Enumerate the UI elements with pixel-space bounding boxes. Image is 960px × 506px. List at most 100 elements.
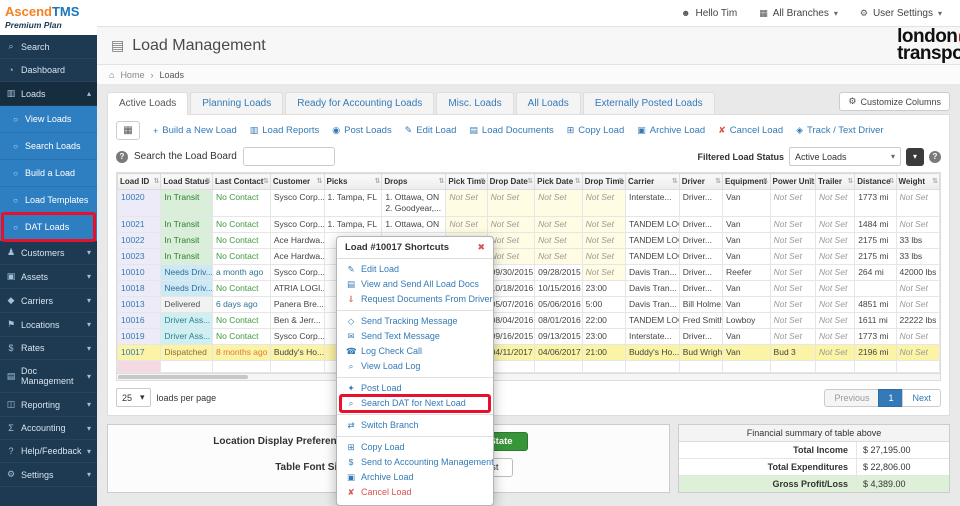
toolbar-copy-load[interactable]: ⊞Copy Load — [567, 125, 625, 136]
sidebar-item-help-feedback[interactable]: ?Help/Feedback▾ — [0, 440, 97, 463]
table-row: 10023In TransitNo ContactAce Hardwa...No… — [118, 249, 940, 265]
popup-item-log-check-call[interactable]: ☎Log Check Call — [337, 344, 493, 359]
cell-load-id[interactable]: 10016 — [118, 313, 161, 329]
sidebar-subitem-load-templates[interactable]: ○Load Templates — [0, 187, 97, 214]
cell-trailer — [815, 361, 854, 373]
sidebar-item-rates[interactable]: $Rates▾ — [0, 337, 97, 360]
toolbar-track-text-driver[interactable]: ◈Track / Text Driver — [796, 125, 883, 136]
sort-icon: ⇅ — [480, 177, 486, 185]
filter-help-icon[interactable]: ? — [929, 151, 941, 163]
tab-externally-posted-loads[interactable]: Externally Posted Loads — [583, 92, 715, 114]
sidebar-item-dashboard[interactable]: ◔Dashboard — [0, 59, 97, 82]
column-drops[interactable]: Drops⇅ — [382, 174, 446, 190]
customize-columns-button[interactable]: ⚙Customize Columns — [839, 92, 950, 111]
cell-customer: Panera Bre... — [270, 297, 324, 313]
sidebar-item-settings[interactable]: ⚙Settings▾ — [0, 463, 97, 487]
sidebar-item-doc-management[interactable]: ▤Doc Management▾ — [0, 360, 97, 393]
tab-planning-loads[interactable]: Planning Loads — [190, 92, 283, 114]
cell-last-contact: 6 days ago — [212, 297, 270, 313]
sidebar-subitem-dat-loads[interactable]: ○DAT Loads — [0, 214, 97, 241]
cell-load-id[interactable]: 10017 — [118, 345, 161, 361]
column-drop-date[interactable]: Drop Date⇅ — [487, 174, 535, 190]
column-weight[interactable]: Weight⇅ — [896, 174, 940, 190]
sidebar-subitem-view-loads[interactable]: ○View Loads — [0, 106, 97, 133]
popup-item-switch-branch[interactable]: ⇄Switch Branch — [337, 418, 493, 433]
cell-load-id[interactable]: 10020 — [118, 190, 161, 217]
column-carrier[interactable]: Carrier⇅ — [626, 174, 680, 190]
tab-ready-for-accounting-loads[interactable]: Ready for Accounting Loads — [285, 92, 434, 114]
next-page-button[interactable]: Next — [902, 389, 941, 407]
cell-load-id[interactable]: 10019 — [118, 329, 161, 345]
sidebar-item-loads[interactable]: ▥Loads▴ — [0, 82, 97, 106]
cell-load-id[interactable]: 10023 — [118, 249, 161, 265]
toolbar-edit-load[interactable]: ✎Edit Load — [405, 125, 457, 136]
calendar-button[interactable]: ▦ — [116, 121, 140, 140]
popup-item-view-and-send-all-load-docs[interactable]: ▤View and Send All Load Docs — [337, 277, 493, 292]
table-row: 10010Needs Driv...a month agoSysco Corp.… — [118, 265, 940, 281]
column-load-id[interactable]: Load ID⇅ — [118, 174, 161, 190]
tab-all-loads[interactable]: All Loads — [516, 92, 581, 114]
column-drop-time[interactable]: Drop Time⇅ — [582, 174, 625, 190]
popup-item-send-text-message[interactable]: ✉Send Text Message — [337, 329, 493, 344]
cell-load-id[interactable]: 10021 — [118, 217, 161, 233]
all-branches-menu[interactable]: ▦All Branches▾ — [759, 8, 838, 19]
popup-item-search-dat-for-next-load[interactable]: ⌕Search DAT for Next Load — [337, 396, 493, 411]
column-customer[interactable]: Customer⇅ — [270, 174, 324, 190]
close-icon[interactable]: ✖ — [477, 242, 485, 253]
sidebar-subitem-search-loads[interactable]: ○Search Loads — [0, 133, 97, 160]
page-size-select[interactable]: 25▾ — [116, 388, 151, 407]
column-equipment[interactable]: Equipment⇅ — [723, 174, 771, 190]
column-pick-time[interactable]: Pick Time⇅ — [446, 174, 487, 190]
search-board-help-icon[interactable]: ? — [116, 151, 128, 163]
cell-load-id[interactable]: 10022 — [118, 233, 161, 249]
sidebar-item-locations[interactable]: ⚑Locations▾ — [0, 313, 97, 337]
cell-load-id[interactable]: 10013 — [118, 297, 161, 313]
toolbar-load-documents[interactable]: ▤Load Documents — [469, 125, 553, 136]
tab-active-loads[interactable]: Active Loads — [107, 92, 188, 115]
sidebar-item-carriers[interactable]: ◆Carriers▾ — [0, 289, 97, 313]
popup-item-copy-load[interactable]: ⊞Copy Load — [337, 440, 493, 455]
column-driver[interactable]: Driver⇅ — [679, 174, 722, 190]
column-picks[interactable]: Picks⇅ — [324, 174, 382, 190]
previous-page-button[interactable]: Previous — [824, 389, 879, 407]
sidebar-subitem-build-a-load[interactable]: ○Build a Load — [0, 160, 97, 187]
toolbar-load-reports[interactable]: ▥Load Reports — [250, 125, 320, 136]
sidebar-subitem-label: Build a Load — [25, 168, 75, 178]
toolbar-archive-load[interactable]: ▣Archive Load — [637, 125, 705, 136]
load-status-select[interactable]: Active Loads▾ — [789, 147, 901, 166]
popup-item-edit-load[interactable]: ✎Edit Load — [337, 262, 493, 277]
sidebar-item-search[interactable]: ⌕Search — [0, 35, 97, 59]
column-pick-date[interactable]: Pick Date⇅ — [535, 174, 583, 190]
toolbar-post-loads[interactable]: ◉Post Loads — [332, 125, 391, 136]
h-scroll-thumb[interactable] — [118, 375, 248, 379]
toolbar-cancel-load[interactable]: ✘Cancel Load — [718, 125, 783, 136]
popup-item-send-tracking-message[interactable]: ◇Send Tracking Message — [337, 314, 493, 329]
popup-item-post-load[interactable]: ✦Post Load — [337, 381, 493, 396]
breadcrumb-home[interactable]: Home — [120, 70, 144, 80]
current-page-button[interactable]: 1 — [878, 389, 903, 407]
popup-item-cancel-load[interactable]: ✘Cancel Load — [337, 485, 493, 500]
filter-action-button[interactable]: ▾ — [906, 148, 924, 166]
popup-item-send-to-accounting-management[interactable]: $Send to Accounting Management — [337, 455, 493, 470]
cell-load-id[interactable]: 10018 — [118, 281, 161, 297]
hello-user-menu[interactable]: ☻Hello Tim — [681, 8, 737, 19]
sidebar-item-customers[interactable]: ♟Customers▾ — [0, 241, 97, 265]
tab-misc-loads[interactable]: Misc. Loads — [436, 92, 513, 114]
column-distance[interactable]: Distance⇅ — [855, 174, 896, 190]
cell-load-id[interactable]: 10010 — [118, 265, 161, 281]
cell-equipment: Lowboy — [723, 313, 771, 329]
column-load-status[interactable]: Load Status⇅ — [161, 174, 213, 190]
popup-item-request-documents-from-driver[interactable]: ⇓Request Documents From Driver — [337, 292, 493, 307]
toolbar-build-a-new-load[interactable]: +Build a New Load — [153, 125, 237, 136]
sidebar-item-reporting[interactable]: ◫Reporting▾ — [0, 393, 97, 417]
popup-item-archive-load[interactable]: ▣Archive Load — [337, 470, 493, 485]
search-board-input[interactable] — [243, 147, 335, 166]
column-last-contact[interactable]: Last Contact⇅ — [212, 174, 270, 190]
sidebar-item-accounting[interactable]: ΣAccounting▾ — [0, 417, 97, 440]
sidebar-item-assets[interactable]: ▣Assets▾ — [0, 265, 97, 289]
column-trailer[interactable]: Trailer⇅ — [815, 174, 854, 190]
user-settings-menu[interactable]: ⚙User Settings▾ — [860, 8, 942, 19]
column-power-unit[interactable]: Power Unit⇅ — [770, 174, 815, 190]
popup-item-view-load-log[interactable]: ⌕View Load Log — [337, 359, 493, 374]
financial-row-value: $ 22,806.00 — [857, 459, 949, 475]
